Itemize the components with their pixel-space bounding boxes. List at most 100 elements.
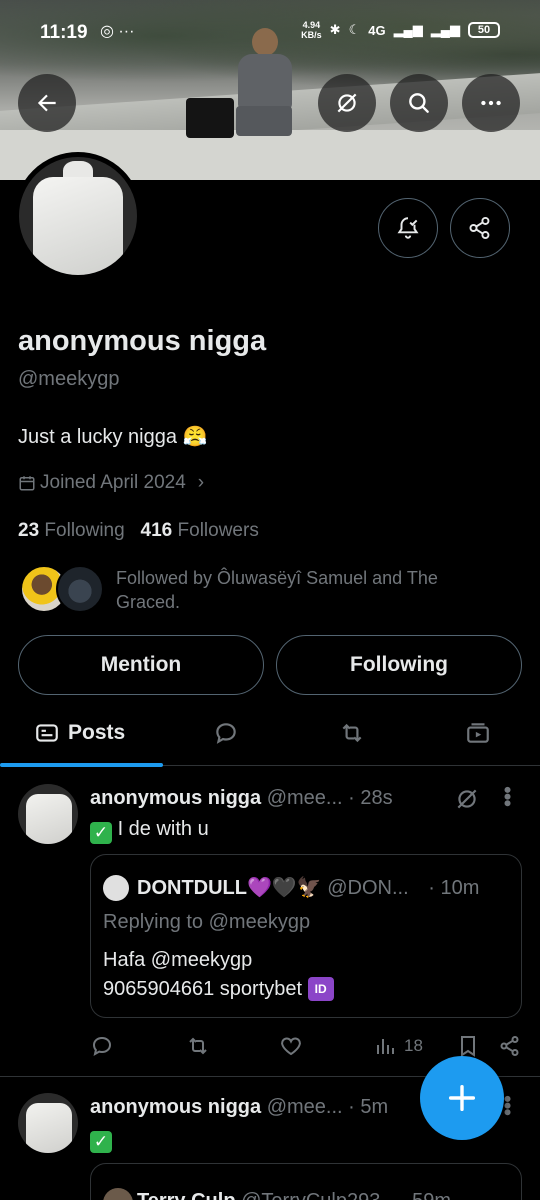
reply-icon xyxy=(216,723,236,744)
reply-action[interactable] xyxy=(90,1034,114,1058)
signal-2-icon: ▂▄▆ xyxy=(430,22,460,37)
quoted-post[interactable]: Terry Culp @TerryCulp293 · 59m xyxy=(90,1163,522,1200)
profile-avatar[interactable] xyxy=(14,152,142,280)
post-author-handle: @mee... xyxy=(266,1096,343,1118)
more-button[interactable] xyxy=(462,74,520,132)
check-emoji: ✓ xyxy=(90,822,112,844)
post-author-name[interactable]: anonymous nigga xyxy=(90,1096,261,1118)
post-text: ✓ xyxy=(90,1127,112,1153)
bookmark-icon xyxy=(461,1036,475,1057)
compose-post-button[interactable] xyxy=(420,1056,504,1140)
profile-tabs: Posts xyxy=(0,700,540,767)
notifications-button[interactable] xyxy=(378,198,438,258)
repost-icon xyxy=(342,723,362,743)
grok-button[interactable] xyxy=(318,74,376,132)
tab-posts[interactable]: Posts xyxy=(34,700,125,766)
quote-header: DONTDULL💜🖤🦅 @DON... · 10m xyxy=(137,875,479,900)
quote-line-2: 9065904661 sportybet ID xyxy=(103,977,334,1001)
followers-link[interactable]: 416 Followers xyxy=(141,520,259,541)
bookmark-action[interactable] xyxy=(456,1034,480,1058)
post-author-handle: @mee... xyxy=(266,787,343,809)
profile-display-name: anonymous nigga xyxy=(18,325,267,357)
following-label: Following xyxy=(44,520,125,541)
plus-icon xyxy=(448,1084,476,1112)
search-button[interactable] xyxy=(390,74,448,132)
post-header: anonymous nigga @mee... · 28s xyxy=(90,787,393,810)
net-speed: 4.94 KB/s xyxy=(301,20,322,40)
following-link[interactable]: 23 Following xyxy=(18,520,125,541)
grok-icon xyxy=(337,93,357,113)
quote-author-handle: @TerryCulp293 xyxy=(241,1190,380,1200)
banner-briefcase xyxy=(186,98,234,138)
views-action[interactable]: 18 xyxy=(374,1034,423,1058)
net-speed-unit: KB/s xyxy=(301,30,322,40)
post-avatar[interactable] xyxy=(18,1093,78,1153)
post-author-name[interactable]: anonymous nigga xyxy=(90,787,261,809)
quoted-post[interactable]: DONTDULL💜🖤🦅 @DON... · 10m Replying to @m… xyxy=(90,854,522,1018)
status-right-icons: 4.94 KB/s ✱ ☾ 4G ▂▄▆ ▂▄▆ 50 xyxy=(301,20,500,40)
quote-header: Terry Culp @TerryCulp293 · 59m xyxy=(137,1190,451,1200)
follower-avatar-2[interactable] xyxy=(56,565,104,613)
reply-icon xyxy=(92,1036,112,1056)
post-avatar[interactable] xyxy=(18,784,78,844)
chevron-right-icon: › xyxy=(197,472,205,493)
profile-bio: Just a lucky nigga 😤 xyxy=(18,426,208,448)
like-action[interactable] xyxy=(279,1034,303,1058)
post-time: · 5m xyxy=(348,1096,389,1118)
quote-author-name: Terry Culp xyxy=(137,1190,236,1200)
bluetooth-icon: ✱ xyxy=(329,22,341,37)
quote-avatar xyxy=(103,1188,133,1200)
bar-chart-icon xyxy=(377,1039,394,1054)
share-icon xyxy=(469,216,490,240)
calendar-icon xyxy=(19,476,35,491)
check-emoji: ✓ xyxy=(90,1131,112,1153)
share-icon xyxy=(500,1036,519,1056)
quote-avatar xyxy=(103,875,129,901)
followers-count: 416 xyxy=(140,520,173,541)
tab-reposts[interactable] xyxy=(339,700,365,766)
quote-line-1: Hafa @meekygp xyxy=(103,949,253,971)
id-emoji: ID xyxy=(307,977,334,1001)
post-1[interactable]: anonymous nigga @mee... · 28s ••• ✓ I de… xyxy=(0,768,540,1076)
network-type: 4G xyxy=(368,22,386,38)
moon-icon: ☾ xyxy=(348,22,361,37)
status-time: 11:19 xyxy=(40,22,88,43)
net-speed-value: 4.94 xyxy=(302,20,321,30)
media-icon xyxy=(467,723,489,743)
status-bar: 11:19 ◎ ··· 4.94 KB/s ✱ ☾ 4G ▂▄▆ ▂▄▆ 50 xyxy=(0,0,540,64)
battery-icon: 50 xyxy=(468,22,500,38)
quote-author-name: DONTDULL💜🖤🦅 xyxy=(137,877,322,899)
more-vertical-icon[interactable]: ••• xyxy=(494,786,520,806)
post-time: · 28s xyxy=(348,787,393,809)
tab-media[interactable] xyxy=(465,700,491,766)
following-count: 23 xyxy=(18,520,40,541)
back-button[interactable] xyxy=(18,74,76,132)
quote-replying-to: Replying to @meekygp xyxy=(103,911,311,933)
grok-icon[interactable] xyxy=(454,786,480,812)
posts-icon xyxy=(36,724,58,742)
tab-posts-label: Posts xyxy=(68,721,126,744)
views-count: 18 xyxy=(404,1036,423,1055)
followers-label: Followers xyxy=(177,520,259,541)
quote-author-handle: @DON... xyxy=(327,877,409,899)
arrow-left-icon xyxy=(37,94,56,112)
follow-counts: 23 Following 416 Followers xyxy=(18,520,259,542)
followed-by-text[interactable]: Followed by Ôluwasëyî Samuel and The Gra… xyxy=(116,566,506,614)
quote-time: · 59m xyxy=(400,1190,451,1200)
status-notification-icons: ◎ ··· xyxy=(100,23,135,40)
post-header: anonymous nigga @mee... · 5m xyxy=(90,1096,388,1119)
repost-action[interactable] xyxy=(186,1034,210,1058)
more-horizontal-icon xyxy=(481,100,501,106)
active-tab-indicator xyxy=(0,763,163,767)
following-button[interactable]: Following xyxy=(276,635,522,695)
mention-button[interactable]: Mention xyxy=(18,635,264,695)
heart-icon xyxy=(281,1037,301,1056)
share-action[interactable] xyxy=(498,1034,522,1058)
joined-date[interactable]: Joined April 2024 › xyxy=(18,472,204,494)
share-button[interactable] xyxy=(450,198,510,258)
tab-replies[interactable] xyxy=(213,700,239,766)
post-body: I de with u xyxy=(117,818,209,840)
post-text: ✓ I de with u xyxy=(90,818,209,844)
signal-icon: ▂▄▆ xyxy=(393,22,423,37)
quote-line-2-text: 9065904661 sportybet xyxy=(103,978,303,1000)
